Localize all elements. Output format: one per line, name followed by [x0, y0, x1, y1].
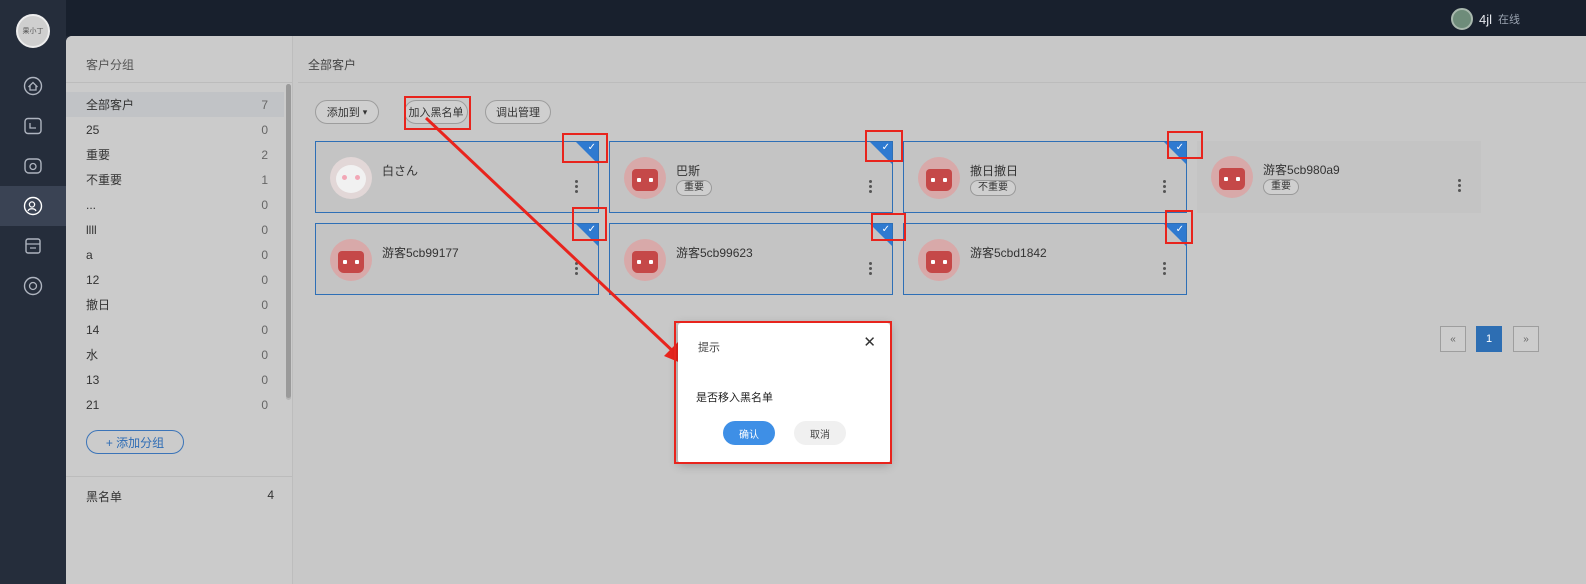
- close-icon[interactable]: ✕: [863, 333, 876, 351]
- dialog-title: 提示: [698, 342, 720, 354]
- annotation-arrow: [424, 116, 688, 366]
- confirm-button[interactable]: 确认: [723, 421, 775, 445]
- dialog-message: 是否移入黑名单: [696, 392, 773, 404]
- cancel-button[interactable]: 取消: [794, 421, 846, 445]
- confirm-dialog: 提示 ✕ 是否移入黑名单 确认 取消: [678, 323, 890, 463]
